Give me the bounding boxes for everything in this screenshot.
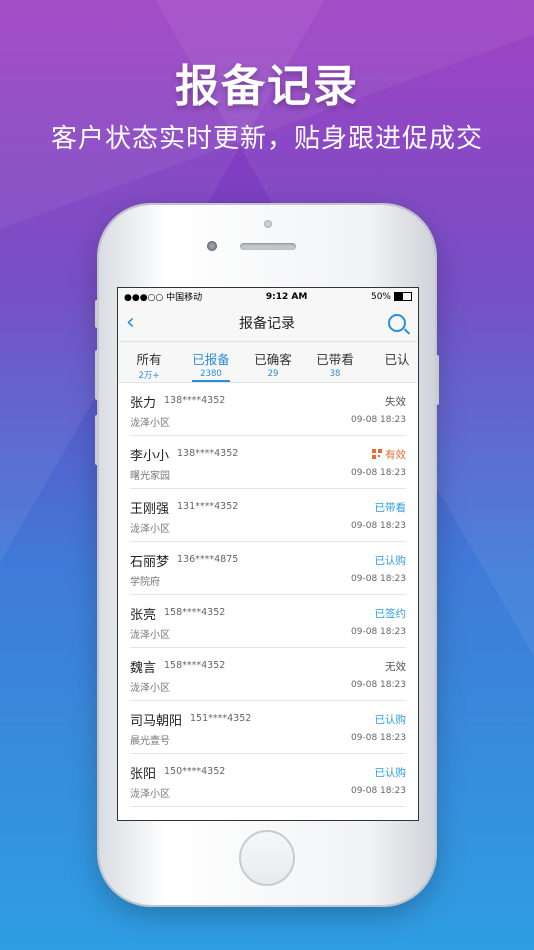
tab-count: 2380: [200, 369, 222, 379]
tab-0[interactable]: 所有 2万+: [118, 342, 180, 382]
battery-icon: [393, 291, 412, 301]
customer-address: 泷泽小区: [130, 418, 170, 429]
tab-label: 已确客: [254, 352, 292, 367]
tab-count: 2万+: [138, 371, 160, 381]
banner-title: 报备记录: [175, 61, 359, 112]
tab-count: 29: [267, 369, 279, 379]
record-time: 09-08 18:23: [351, 415, 406, 425]
customer-name: 魏言: [130, 661, 157, 676]
earpiece-speaker: [240, 243, 296, 250]
table-row[interactable]: 石丽梦 136****4875 学院府 已认购 09-08 18:23: [130, 542, 406, 595]
front-camera: [207, 241, 217, 251]
banner-subtitle: 客户状态实时更新，贴身跟进促成交: [50, 124, 483, 154]
tab-label: 已带看: [316, 352, 354, 367]
customer-name: 张阳: [130, 767, 157, 782]
record-time: 09-08 18:23: [351, 468, 406, 478]
customer-name: 王刚强: [130, 502, 170, 517]
search-icon[interactable]: [388, 314, 406, 332]
tab-3[interactable]: 已带看 38: [304, 342, 366, 382]
status-text: 已认购: [374, 555, 407, 567]
volume-up-button: [95, 350, 99, 400]
status-badge: 已认购: [375, 712, 407, 727]
status-text: 已认购: [374, 714, 407, 726]
tab-label: 已报备: [192, 352, 230, 367]
status-badge: 有效: [372, 447, 406, 462]
record-time: 09-08 18:23: [351, 574, 406, 584]
table-row[interactable]: 张亮 158****4352 泷泽小区 已签约 09-08 18:23: [130, 595, 406, 648]
customer-phone: 150****4352: [164, 766, 226, 777]
status-tabs: 所有 2万+ 已报备 2380 已确客 29 已带看 38 已认: [118, 342, 418, 383]
record-time: 09-08 18:23: [351, 680, 406, 690]
customer-address: 泷泽小区: [130, 683, 170, 694]
navigation-bar: ‹ 报备记录: [118, 305, 418, 342]
battery-status: 50%: [370, 291, 412, 302]
customer-phone: 138****4352: [177, 448, 239, 459]
qr-code-icon[interactable]: [372, 449, 382, 459]
customer-phone: 136****4875: [177, 554, 239, 565]
customer-phone: 151****4352: [190, 713, 252, 724]
tab-2[interactable]: 已确客 29: [242, 342, 304, 382]
customer-name: 张力: [130, 396, 157, 411]
status-text: 有效: [385, 449, 406, 461]
status-badge: 已认购: [375, 553, 407, 568]
customer-address: 学院府: [130, 577, 160, 588]
tab-1[interactable]: 已报备 2380: [180, 342, 242, 382]
table-row[interactable]: 司马朝阳 151****4352 晨光壹号 已认购 09-08 18:23: [130, 701, 406, 754]
chevron-left-icon[interactable]: ‹: [126, 312, 146, 334]
tab-label: 所有: [136, 352, 162, 367]
tab-4[interactable]: 已认: [366, 342, 418, 382]
table-row[interactable]: 张阳 150****4352 泷泽小区 已认购 09-08 18:23: [130, 754, 406, 807]
tab-count: 38: [329, 369, 341, 379]
table-row[interactable]: 魏言 158****4352 泷泽小区 无效 09-08 18:23: [130, 648, 406, 701]
volume-down-button: [95, 415, 99, 465]
status-text: 无效: [385, 661, 406, 673]
phone-frame: ●●●○○ 中国移动 9:12 AM 50% ‹ 报备记录 所有 2万+ 已报备 23…: [95, 205, 439, 905]
customer-name: 张亮: [130, 608, 157, 623]
customer-phone: 138****4352: [164, 395, 226, 406]
record-list: 张力 138****4352 泷泽小区 失效 09-08 18:23 李小小 138****…: [118, 383, 418, 807]
customer-phone: 158****4352: [164, 607, 226, 618]
table-row[interactable]: 王刚强 131****4352 泷泽小区 已带看 09-08 18:23: [130, 489, 406, 542]
customer-address: 泷泽小区: [130, 524, 170, 535]
phone-screen: ●●●○○ 中国移动 9:12 AM 50% ‹ 报备记录 所有 2万+ 已报备 23…: [117, 287, 419, 821]
customer-name: 李小小: [130, 449, 170, 464]
carrier-signal: ●●●○○ 中国移动: [124, 293, 203, 303]
table-row[interactable]: 张力 138****4352 泷泽小区 失效 09-08 18:23: [130, 383, 406, 436]
status-time: 9:12 AM: [265, 291, 308, 302]
status-text: 已认购: [374, 767, 407, 779]
mute-switch: [95, 300, 99, 328]
customer-address: 曙光家园: [130, 471, 170, 482]
page-title: 报备记录: [239, 316, 295, 332]
sensor: [264, 220, 272, 228]
customer-address: 泷泽小区: [130, 789, 170, 800]
record-time: 09-08 18:23: [351, 521, 406, 531]
power-button: [435, 355, 439, 405]
tab-label: 已认: [384, 352, 410, 367]
status-badge: 无效: [385, 659, 406, 674]
customer-address: 泷泽小区: [130, 630, 170, 641]
battery-percent: 50%: [370, 291, 391, 302]
customer-address: 晨光壹号: [130, 736, 170, 747]
status-badge: 已带看: [375, 500, 407, 515]
record-time: 09-08 18:23: [351, 786, 406, 796]
record-time: 09-08 18:23: [351, 733, 406, 743]
status-badge: 已签约: [375, 606, 407, 621]
status-text: 失效: [385, 396, 406, 408]
status-text: 已带看: [374, 502, 407, 514]
status-badge: 已认购: [375, 765, 407, 780]
table-row[interactable]: 李小小 138****4352 曙光家园 有效 09-08 18:23: [130, 436, 406, 489]
customer-name: 石丽梦: [130, 555, 170, 570]
status-badge: 失效: [385, 394, 406, 409]
record-time: 09-08 18:23: [351, 627, 406, 637]
home-button[interactable]: [239, 830, 295, 886]
status-text: 已签约: [374, 608, 407, 620]
status-bar: ●●●○○ 中国移动 9:12 AM 50%: [118, 288, 418, 305]
customer-phone: 131****4352: [177, 501, 239, 512]
customer-phone: 158****4352: [164, 660, 226, 671]
customer-name: 司马朝阳: [130, 714, 183, 729]
